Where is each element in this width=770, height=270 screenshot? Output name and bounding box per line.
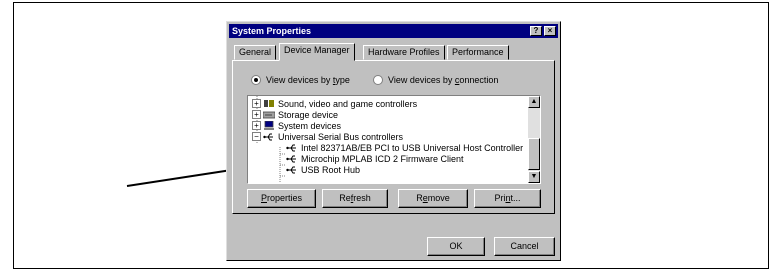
cancel-button[interactable]: Cancel (494, 237, 555, 256)
tree-item-label: Microchip MPLAB ICD 2 Firmware Client (301, 153, 464, 164)
device-tree[interactable]: + Sound, video and game controllers + St… (247, 95, 541, 184)
usb-icon (286, 166, 296, 174)
view-by-type-option[interactable]: View devices by type (251, 75, 350, 85)
tree-item-mplab-icd2[interactable]: Microchip MPLAB ICD 2 Firmware Client (286, 153, 464, 164)
tab-device-manager[interactable]: Device Manager (279, 43, 355, 61)
view-by-type-label: View devices by type (266, 75, 350, 85)
scroll-down-button[interactable]: ▼ (528, 171, 540, 183)
tree-item-usb-controllers[interactable]: − Universal Serial Bus controllers (252, 131, 403, 142)
tree-item-label: Storage device (278, 109, 339, 120)
tree-item-intel-host-controller[interactable]: Intel 82371AB/EB PCI to USB Universal Ho… (286, 142, 523, 153)
tab-general[interactable]: General (234, 45, 277, 60)
scroll-up-button[interactable]: ▲ (528, 96, 540, 108)
usb-icon (286, 144, 296, 152)
remove-button[interactable]: Remove (398, 189, 468, 208)
properties-button[interactable]: Properties (247, 189, 316, 208)
usb-icon (263, 133, 273, 141)
storage-icon (263, 111, 275, 119)
tab-performance[interactable]: Performance (447, 45, 509, 60)
view-by-type-radio[interactable] (251, 75, 261, 85)
scroll-thumb[interactable] (528, 138, 540, 170)
collapse-icon[interactable]: − (252, 132, 261, 141)
print-button[interactable]: Print... (474, 189, 541, 208)
tree-item-usb-root-hub[interactable]: USB Root Hub (286, 164, 360, 175)
title-bar: System Properties ? × (229, 24, 558, 38)
system-properties-dialog: System Properties ? × General Device Man… (226, 21, 561, 261)
view-by-connection-label: View devices by connection (388, 75, 499, 85)
tree-item-sound[interactable]: + Sound, video and game controllers (252, 98, 417, 109)
vertical-scrollbar[interactable]: ▲ ▼ (528, 96, 540, 183)
expand-icon[interactable]: + (252, 121, 261, 130)
computer-icon (264, 121, 274, 130)
tree-item-system-devices[interactable]: + System devices (252, 120, 341, 131)
close-button[interactable]: × (544, 26, 556, 36)
tree-item-storage[interactable]: + Storage device (252, 109, 338, 120)
tree-item-label: Sound, video and game controllers (278, 98, 418, 109)
view-by-connection-option[interactable]: View devices by connection (373, 75, 498, 85)
usb-icon (286, 155, 296, 163)
tree-item-label: USB Root Hub (301, 164, 361, 175)
help-button[interactable]: ? (530, 26, 542, 36)
tree-item-label: System devices (278, 120, 342, 131)
tree-item-label: Universal Serial Bus controllers (278, 131, 404, 142)
ok-button[interactable]: OK (427, 237, 485, 256)
tree-item-label: Intel 82371AB/EB PCI to USB Universal Ho… (301, 142, 524, 153)
tab-hardware-profiles[interactable]: Hardware Profiles (363, 45, 445, 60)
view-by-connection-radio[interactable] (373, 75, 383, 85)
dialog-title: System Properties (232, 26, 312, 36)
expand-icon[interactable]: + (252, 99, 261, 108)
device-manager-panel: View devices by type View devices by con… (232, 60, 555, 214)
expand-icon[interactable]: + (252, 110, 261, 119)
refresh-button[interactable]: Refresh (322, 189, 388, 208)
sound-icon (264, 100, 274, 107)
